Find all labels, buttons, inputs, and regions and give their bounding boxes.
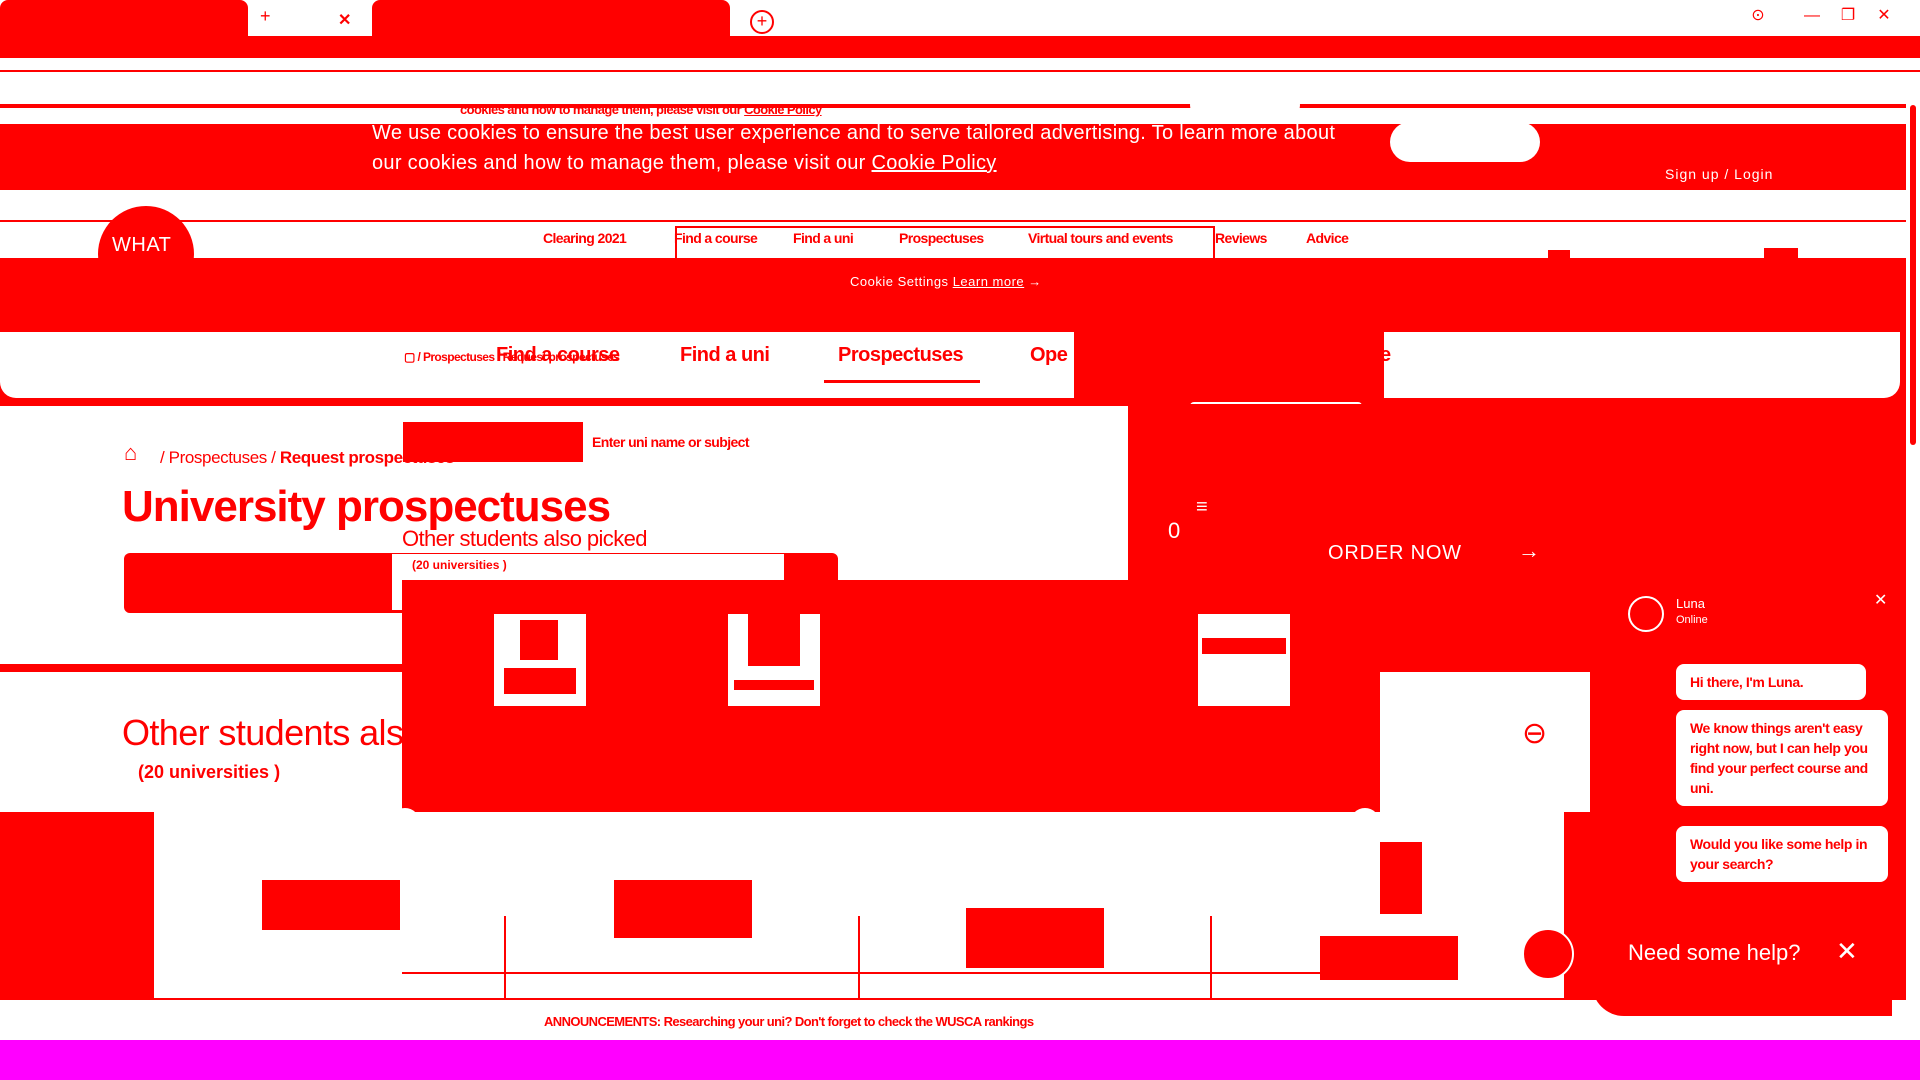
other-students-heading: Other students als — [122, 712, 404, 753]
minimize-icon[interactable]: — — [1802, 6, 1822, 26]
chat-bot-name: Luna — [1676, 596, 1705, 611]
scrollbar-thumb[interactable] — [1910, 105, 1916, 445]
cookie-behind-button[interactable] — [1190, 92, 1300, 118]
uni-grid-crest — [1380, 842, 1422, 914]
header-nav-clearing-2021[interactable]: Clearing 2021 — [543, 230, 627, 246]
need-help-close-icon[interactable]: ✕ — [1836, 936, 1858, 967]
tab-close-icon[interactable]: ✕ — [338, 10, 351, 30]
uni-grid-divider — [1210, 916, 1212, 1000]
chat-launcher[interactable] — [1522, 928, 1574, 980]
collapse-icon[interactable]: ⊖ — [1522, 716, 1547, 751]
record-icon[interactable]: ⊙ — [1748, 6, 1768, 26]
header-nav-reviews[interactable]: Reviews — [1215, 230, 1267, 246]
uni-grid-logo[interactable] — [614, 880, 752, 938]
announcement-text: ANNOUNCEMENTS: Researching your uni? Don… — [544, 1014, 1034, 1029]
cookie-banner-bottom-strip — [0, 190, 1920, 220]
other-students-heading-behind: Other students also picked — [402, 526, 647, 551]
close-window-icon[interactable]: ✕ — [1874, 6, 1894, 26]
prospectus-icon: ≡ — [1196, 496, 1208, 518]
cookie-policy-link[interactable]: Cookie Policy — [872, 152, 997, 174]
browser-tab[interactable] — [372, 0, 730, 36]
cookie-text-line2: our cookies and how to manage them, plea… — [372, 152, 997, 174]
uni-grid-divider — [858, 916, 860, 1000]
basket-icon[interactable] — [1764, 248, 1798, 260]
uni-logo-text — [734, 680, 814, 690]
chat-close-icon[interactable]: ✕ — [1874, 590, 1887, 610]
need-help-text[interactable]: Need some help? — [1628, 940, 1800, 966]
search-dropdown[interactable] — [403, 422, 583, 462]
uni-logo-text — [504, 668, 576, 694]
search-placeholder: Enter uni name or subject — [592, 434, 750, 450]
uni-grid-divider — [504, 916, 506, 1000]
header-nav-advice[interactable]: Advice — [1306, 230, 1349, 246]
user-icon[interactable] — [1548, 250, 1570, 260]
browser-tab-active[interactable] — [0, 0, 248, 36]
cookie-text-line1: We use cookies to ensure the best user e… — [372, 122, 1336, 144]
uni-logo-crest — [748, 614, 800, 666]
order-now-button[interactable]: ORDER NOW — [1328, 542, 1462, 565]
chat-message: Hi there, I'm Luna. — [1676, 664, 1866, 700]
bookmark-strip — [0, 72, 1920, 104]
main-nav-find-a-uni[interactable]: Find a uni — [680, 344, 770, 367]
scrollbar[interactable] — [1906, 100, 1920, 1040]
restore-icon[interactable]: ❐ — [1838, 6, 1858, 26]
cookie-behind-text: cookies and how to manage them, please v… — [460, 102, 822, 117]
page-title: University prospectuses — [122, 482, 611, 531]
cookie-notice-link[interactable]: Learn more — [953, 274, 1024, 289]
chat-message: Would you like some help in your search? — [1676, 826, 1888, 882]
arrow-right-icon[interactable]: → — [1518, 538, 1540, 564]
main-nav-e[interactable]: e — [1380, 344, 1391, 367]
main-nav-prospectuses[interactable]: Prospectuses — [838, 344, 964, 367]
chat-bot-status: Online — [1676, 614, 1708, 626]
site-logo-text: WHAT — [112, 234, 172, 256]
uni-grid-logo[interactable] — [262, 880, 400, 930]
uni-logo-card[interactable] — [1198, 614, 1290, 706]
uni-logo-text — [1202, 638, 1286, 654]
main-nav-active-underline — [824, 380, 980, 383]
uni-logo-crest — [520, 620, 558, 660]
universities-count-behind: (20 universities ) — [412, 558, 507, 572]
uni-grid-divider — [402, 972, 1402, 974]
uni-logo-card[interactable] — [494, 614, 586, 706]
universities-count: (20 universities ) — [138, 762, 281, 782]
order-count: 0 — [1168, 518, 1181, 543]
signup-login-link[interactable]: Sign up / Login — [1665, 166, 1773, 182]
new-tab-icon[interactable]: + — [260, 6, 271, 27]
uni-grid-edge — [124, 812, 154, 998]
chat-message: We know things aren't easy right now, bu… — [1676, 710, 1888, 806]
address-bar-strip — [0, 58, 1920, 70]
uni-grid-logo[interactable] — [966, 908, 1104, 968]
cookie-notice: Cookie Settings Learn more → — [850, 274, 1042, 289]
main-nav-find-a-course[interactable]: Find a course — [496, 344, 620, 367]
browser-tabstrip — [0, 0, 1920, 36]
cookie-accept-button[interactable] — [1390, 122, 1540, 162]
header-search-box[interactable] — [675, 226, 1215, 260]
uni-logo-card[interactable] — [728, 614, 820, 706]
chat-avatar — [1628, 596, 1664, 632]
main-nav-ope[interactable]: Ope — [1030, 344, 1068, 367]
home-icon[interactable]: ⌂ — [124, 440, 137, 466]
add-tab-icon[interactable]: + — [750, 10, 774, 34]
breadcrumb-prospectuses[interactable]: Prospectuses — [169, 448, 268, 467]
